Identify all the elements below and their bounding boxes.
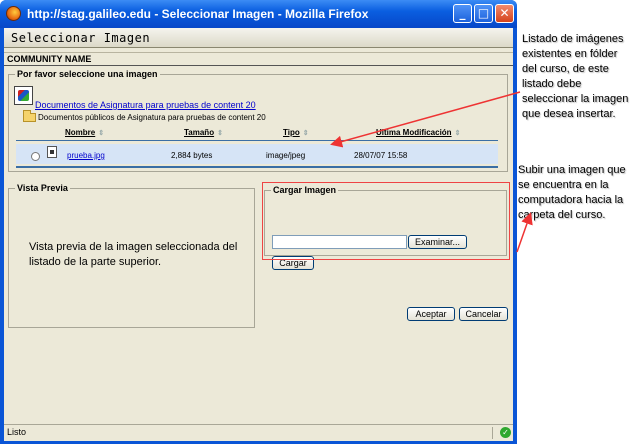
select-image-radio[interactable] [31,152,40,161]
column-header-label: Ultima Modificación [376,128,452,137]
divider [4,52,513,53]
column-header-size[interactable]: Tamaño ⇕ [184,128,223,137]
firefox-icon [6,6,21,21]
file-size: 2,884 bytes [171,151,213,160]
annotation-listing: Listado de imágenes existentes en fólder… [522,33,629,120]
sort-icon: ⇕ [302,129,309,137]
page-title: Seleccionar Imagen [11,31,151,45]
sort-icon: ⇕ [98,129,105,137]
column-header-type[interactable]: Tipo ⇕ [283,128,309,137]
file-name-link[interactable]: prueba.jpg [67,151,105,160]
course-link[interactable]: Documentos de Asignatura para pruebas de… [35,100,256,110]
table-bottom-rule [16,166,498,168]
column-header-modified[interactable]: Ultima Modificación ⇕ [376,128,460,137]
image-file-icon [47,146,57,158]
course-icon [14,86,33,105]
annotation-upload: Subir una imagen que se encuentra en la … [518,164,626,221]
title-bar: http://stag.galileo.edu - Seleccionar Im… [0,0,517,28]
table-header-rule [16,140,498,141]
window-title: http://stag.galileo.edu - Seleccionar Im… [27,7,369,21]
sort-icon: ⇕ [217,129,223,137]
minimize-button[interactable]: _ [453,4,472,23]
column-header-name[interactable]: Nombre ⇕ [65,128,104,137]
preview-legend: Vista Previa [15,183,70,193]
cancel-button[interactable]: Cancelar [459,307,508,321]
accept-button[interactable]: Aceptar [407,307,455,321]
column-header-label: Nombre [65,128,96,137]
image-select-legend: Por favor seleccione una imagen [15,69,160,79]
column-header-label: Tipo [283,128,300,137]
file-modified: 28/07/07 15:58 [354,151,408,160]
dialog-header: Seleccionar Imagen [4,28,513,48]
status-ok-icon: ✓ [500,427,511,438]
divider [4,65,513,66]
upload-highlight-box [262,182,510,260]
status-text: Listo [7,427,27,437]
preview-placeholder-text: Vista previa de la imagen seleccionada d… [29,241,238,268]
folder-icon [23,110,36,122]
maximize-button[interactable]: □ [474,4,493,23]
folder-label[interactable]: Documentos públicos de Asignatura para p… [38,113,266,122]
sort-icon: ⇕ [454,129,461,137]
file-type: image/jpeg [266,151,306,160]
status-separator [492,427,493,439]
column-header-label: Tamaño [184,128,215,137]
community-name: COMMUNITY NAME [7,54,92,64]
close-button[interactable]: ✕ [495,4,514,23]
status-bar: Listo ✓ [4,424,513,441]
